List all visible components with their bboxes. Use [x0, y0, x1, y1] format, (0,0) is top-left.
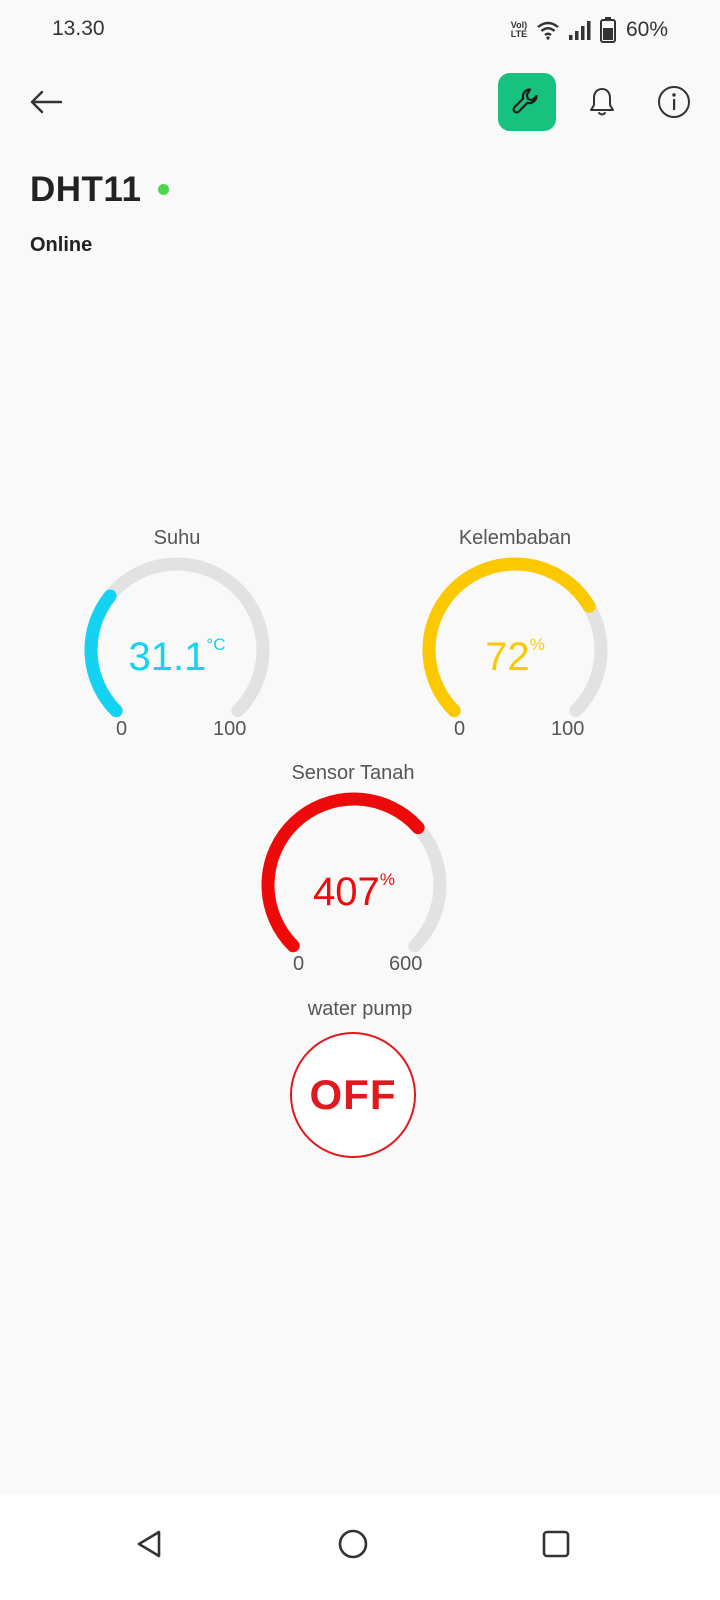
wifi-icon [537, 21, 559, 40]
info-button[interactable] [650, 78, 698, 126]
nav-recents-button[interactable] [524, 1512, 588, 1576]
bell-icon [590, 88, 614, 116]
gauge-number: 407 [313, 870, 380, 914]
device-status: Online [30, 234, 93, 256]
back-button[interactable] [22, 78, 70, 126]
gauge-unit: °C [206, 635, 225, 654]
info-icon [658, 86, 690, 118]
battery-icon [599, 17, 616, 43]
gauge-suhu: 31.1°C [84, 557, 270, 718]
gauge-min-kelembaban: 0 [454, 718, 466, 740]
gauge-max-suhu: 100 [213, 718, 247, 740]
gauge-unit: % [530, 635, 545, 654]
gauge-number: 31.1 [129, 635, 207, 679]
status-bar: 13.30 Vol) LTE 60% [0, 0, 720, 62]
gauge-label-sensor-tanah: Sensor Tanah [291, 762, 415, 784]
battery-percentage: 60% [625, 18, 668, 41]
nav-back-button[interactable] [117, 1512, 181, 1576]
gauge-fill [84, 589, 123, 718]
status-time: 13.30 [52, 17, 105, 40]
online-status-dot [158, 184, 169, 195]
device-title: DHT11 [30, 170, 142, 209]
pump-state-text: OFF [309, 1071, 397, 1118]
gauge-min-suhu: 0 [116, 718, 128, 740]
settings-wrench-button[interactable] [498, 73, 556, 131]
gauge-label-suhu: Suhu [153, 527, 201, 549]
gauge-max-sensor-tanah: 600 [389, 953, 423, 975]
home-circle-icon [338, 1529, 368, 1559]
gauge-value-kelembaban: 72% [485, 635, 545, 679]
gauge-label-kelembaban: Kelembaban [458, 527, 572, 549]
status-icons: Vol) LTE 60% [510, 14, 668, 46]
signal-icon [568, 21, 591, 40]
notifications-button[interactable] [578, 78, 626, 126]
wrench-icon [512, 88, 538, 114]
gauge-sensor-tanah: 407% [261, 792, 447, 953]
gauge-number: 72 [485, 635, 530, 679]
recents-square-icon [542, 1530, 570, 1558]
nav-home-button[interactable] [321, 1512, 385, 1576]
pump-label: water pump [307, 998, 413, 1020]
app-screen: 13.30 Vol) LTE 60% DHT11 Online Suhu 31.… [0, 0, 720, 1600]
gauge-unit: % [380, 870, 395, 889]
system-nav-bar [0, 1494, 720, 1600]
gauge-max-kelembaban: 100 [551, 718, 585, 740]
arrow-left-icon [30, 90, 63, 114]
volte-icon: Vol) LTE [510, 21, 528, 39]
gauge-value-suhu: 31.1°C [129, 635, 226, 679]
gauge-value-sensor-tanah: 407% [313, 870, 395, 914]
water-pump-toggle-button[interactable]: OFF [290, 1032, 416, 1158]
volte-bottom-text: LTE [510, 29, 528, 39]
back-triangle-icon [137, 1530, 161, 1558]
gauge-kelembaban: 72% [422, 557, 608, 718]
gauge-min-sensor-tanah: 0 [293, 953, 305, 975]
